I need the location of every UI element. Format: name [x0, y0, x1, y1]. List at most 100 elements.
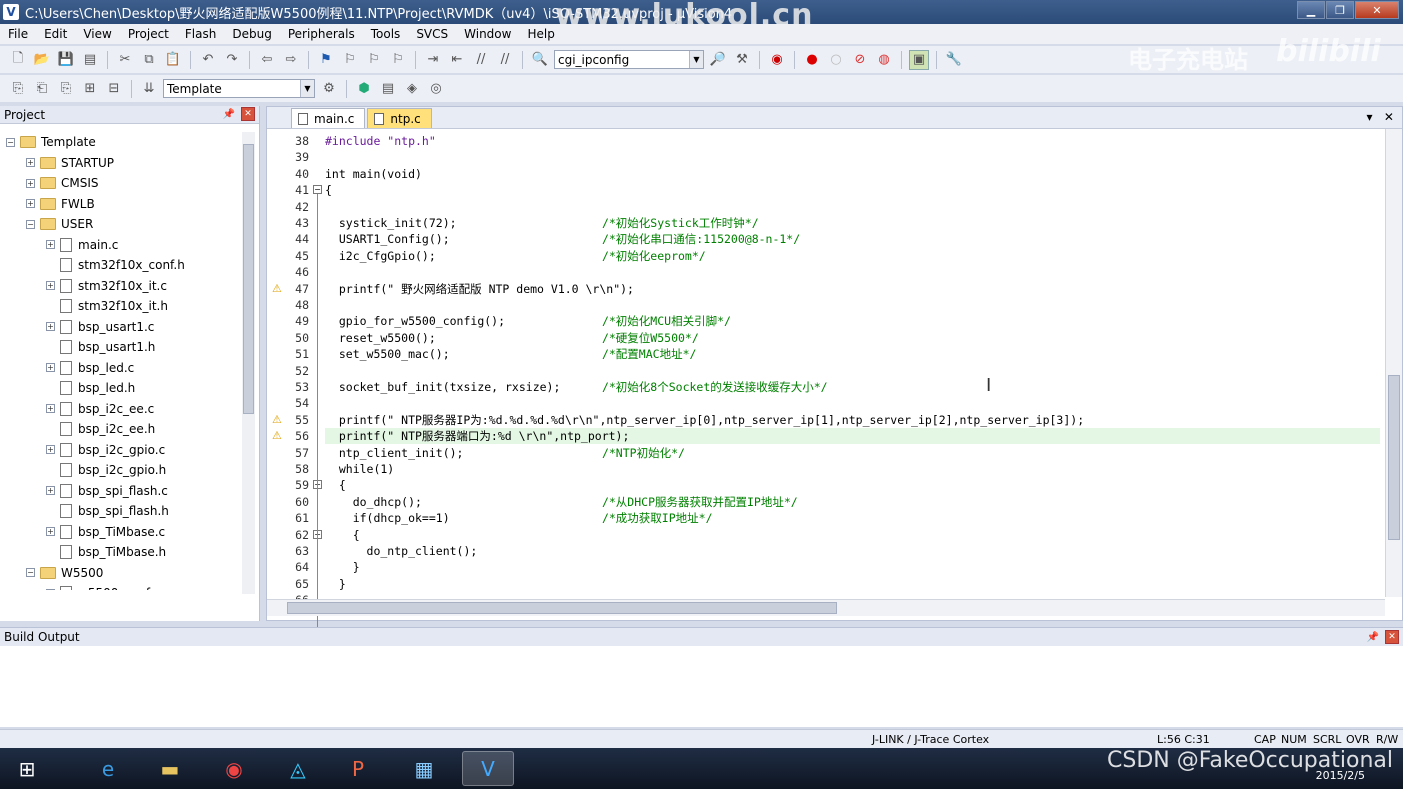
nav-forward-icon[interactable]: ⇨: [281, 50, 301, 70]
tree-item[interactable]: + bsp_usart1.c: [46, 317, 154, 337]
tree-item[interactable]: − W5500: [26, 563, 103, 583]
redo-icon[interactable]: ↷: [222, 50, 242, 70]
minimize-button[interactable]: ▁: [1297, 1, 1325, 19]
tree-item[interactable]: bsp_usart1.h: [46, 337, 155, 357]
tree-item[interactable]: bsp_spi_flash.h: [46, 501, 169, 521]
tab-ntp-c[interactable]: ntp.c: [367, 108, 432, 128]
manage-rte-icon[interactable]: ◎: [426, 79, 446, 99]
save-all-icon[interactable]: ▤: [80, 50, 100, 70]
tree-item[interactable]: + bsp_i2c_gpio.c: [46, 440, 165, 460]
configure-icon[interactable]: 🔧: [944, 50, 964, 70]
paste-icon[interactable]: 📋: [163, 50, 183, 70]
expand-icon[interactable]: +: [46, 281, 55, 290]
new-file-icon[interactable]: 🗋: [8, 50, 28, 70]
menu-debug[interactable]: Debug: [224, 27, 279, 41]
collapse-icon[interactable]: −: [26, 219, 35, 229]
close-window-button[interactable]: ✕: [1355, 1, 1399, 19]
tree-item[interactable]: bsp_TiMbase.h: [46, 542, 166, 562]
expand-icon[interactable]: +: [26, 178, 35, 188]
menu-help[interactable]: Help: [519, 27, 562, 41]
tree-item[interactable]: stm32f10x_it.h: [46, 296, 168, 316]
uvision-taskbar-icon[interactable]: V: [462, 751, 514, 786]
tree-item[interactable]: bsp_i2c_gpio.h: [46, 460, 166, 480]
internet-explorer-icon[interactable]: e: [82, 751, 134, 786]
target-options-icon[interactable]: ⚙: [319, 79, 339, 99]
menu-peripherals[interactable]: Peripherals: [280, 27, 363, 41]
build-icon[interactable]: ⎗: [32, 79, 52, 99]
project-scrollbar[interactable]: [242, 132, 255, 594]
tab-main-c[interactable]: main.c: [291, 108, 366, 128]
clear-bookmarks-icon[interactable]: ⚐: [388, 50, 408, 70]
save-icon[interactable]: 💾: [56, 50, 76, 70]
fold-toggle-icon[interactable]: −: [313, 185, 322, 195]
tree-item[interactable]: + bsp_TiMbase.c: [46, 522, 165, 542]
select-pack-icon[interactable]: ◈: [402, 79, 422, 99]
batch-build-icon[interactable]: ⊞: [80, 79, 100, 99]
editor-window-controls[interactable]: ▾ ✕: [1366, 110, 1394, 124]
unindent-icon[interactable]: ⇤: [447, 50, 467, 70]
tree-item[interactable]: + bsp_spi_flash.c: [46, 481, 168, 501]
tree-item[interactable]: − Template: [6, 132, 96, 152]
expand-icon[interactable]: +: [26, 199, 35, 208]
pin-icon[interactable]: 📌: [1367, 632, 1379, 643]
nav-back-icon[interactable]: ⇦: [257, 50, 277, 70]
warning-icon[interactable]: ⚠: [272, 430, 284, 441]
expand-icon[interactable]: +: [46, 322, 55, 331]
expand-icon[interactable]: +: [46, 404, 55, 413]
next-bookmark-icon[interactable]: ⚐: [364, 50, 384, 70]
copy-icon[interactable]: ⧉: [139, 50, 159, 70]
download-icon[interactable]: ⇊: [139, 79, 159, 99]
disable-all-breakpoints-icon[interactable]: ◍: [874, 50, 894, 70]
stop-build-icon[interactable]: ⊟: [104, 79, 124, 99]
file-extensions-icon[interactable]: ▤: [378, 79, 398, 99]
remote-desktop-icon[interactable]: ▦: [398, 751, 450, 786]
menu-flash[interactable]: Flash: [177, 27, 224, 41]
expand-icon[interactable]: +: [46, 527, 55, 536]
uncomment-icon[interactable]: //: [495, 50, 515, 70]
tree-item[interactable]: + FWLB: [26, 194, 95, 214]
incremental-find-icon[interactable]: ⚒: [732, 50, 752, 70]
undo-icon[interactable]: ↶: [198, 50, 218, 70]
pin-icon[interactable]: 📌: [223, 109, 235, 120]
expand-icon[interactable]: +: [26, 158, 35, 167]
editor-horizontal-scrollbar[interactable]: [267, 599, 1385, 616]
open-file-icon[interactable]: 📂: [32, 50, 52, 70]
warning-icon[interactable]: ⚠: [272, 283, 284, 294]
target-combo[interactable]: Template ▼: [163, 79, 315, 98]
window-layout-icon[interactable]: ▣: [909, 49, 929, 70]
expand-icon[interactable]: +: [46, 588, 55, 590]
kill-breakpoints-icon[interactable]: ⊘: [850, 50, 870, 70]
comment-icon[interactable]: //: [471, 50, 491, 70]
tree-item[interactable]: − USER: [26, 214, 93, 234]
chrome-icon[interactable]: ◉: [208, 751, 260, 786]
menu-window[interactable]: Window: [456, 27, 519, 41]
disable-breakpoint-icon[interactable]: ○: [826, 50, 846, 70]
tree-item[interactable]: + bsp_led.c: [46, 358, 134, 378]
find-combo[interactable]: cgi_ipconfig ▼: [554, 50, 704, 69]
network-app-icon[interactable]: ◬: [272, 751, 324, 786]
close-panel-button[interactable]: ✕: [1385, 630, 1399, 644]
find-icon[interactable]: 🔎: [708, 50, 728, 70]
menu-file[interactable]: File: [0, 27, 36, 41]
tree-item[interactable]: + CMSIS: [26, 173, 99, 193]
expand-icon[interactable]: +: [46, 363, 55, 372]
editor-vertical-scrollbar[interactable]: [1385, 129, 1402, 597]
bookmark-icon[interactable]: ⚑: [316, 50, 336, 70]
tree-item[interactable]: + w5500_conf.c: [46, 583, 160, 590]
menu-tools[interactable]: Tools: [363, 27, 409, 41]
collapse-icon[interactable]: −: [6, 137, 15, 147]
breakpoint-icon[interactable]: ●: [802, 50, 822, 70]
code-text-area[interactable]: #include "ntp.h" int main(void) { systick_…: [325, 129, 1385, 597]
warning-icon[interactable]: ⚠: [272, 414, 284, 425]
file-explorer-icon[interactable]: ▬: [144, 751, 196, 786]
tree-item[interactable]: bsp_led.h: [46, 378, 135, 398]
collapse-icon[interactable]: −: [26, 568, 35, 577]
chevron-down-icon[interactable]: ▼: [689, 51, 703, 68]
close-panel-button[interactable]: ✕: [241, 107, 255, 121]
manage-components-icon[interactable]: ⬢: [354, 79, 374, 99]
maximize-button[interactable]: ❐: [1326, 1, 1354, 19]
expand-icon[interactable]: +: [46, 486, 55, 495]
find-in-files-icon[interactable]: 🔍: [530, 50, 550, 70]
tree-item[interactable]: stm32f10x_conf.h: [46, 255, 185, 275]
tree-item[interactable]: + stm32f10x_it.c: [46, 276, 167, 296]
